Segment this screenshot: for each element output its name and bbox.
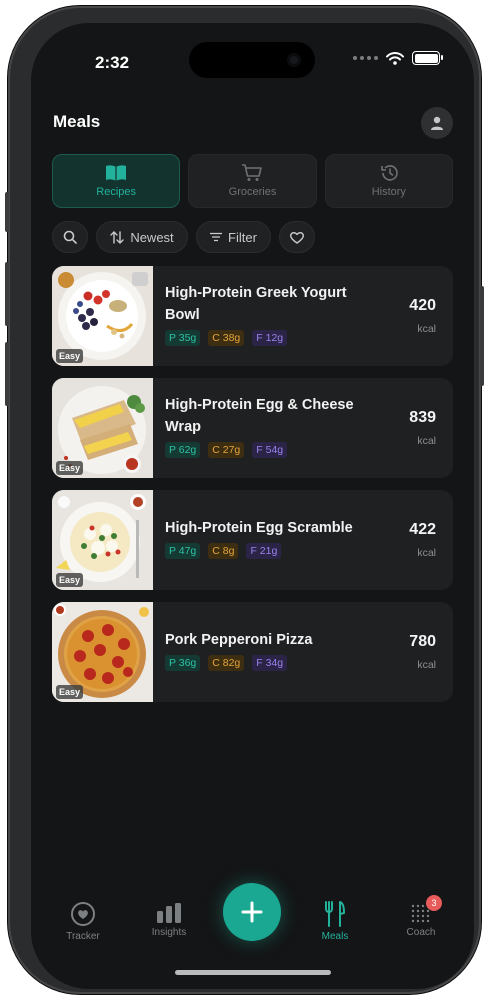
meal-image: Easy: [52, 378, 153, 478]
difficulty-badge: Easy: [56, 461, 84, 475]
filter-toolbar: Newest Filter: [52, 221, 315, 253]
nav-coach[interactable]: Coach 3: [391, 895, 451, 938]
difficulty-badge: Easy: [56, 349, 84, 363]
carbs-tag: C 82g: [208, 655, 245, 671]
fat-tag: F 54g: [252, 442, 288, 458]
carbs-tag: C 8g: [208, 543, 239, 559]
macro-tags: P 47g C 8g F 21g: [165, 543, 282, 559]
tab-groceries[interactable]: Groceries: [188, 154, 317, 208]
carbs-tag: C 27g: [208, 442, 245, 458]
meal-card-greek-yogurt-bowl[interactable]: Easy High-Protein Greek Yogurt Bowl P 35…: [52, 266, 453, 366]
fat-tag: F 34g: [252, 655, 288, 671]
meal-name: High-Protein Egg & Cheese Wrap: [165, 397, 354, 435]
tab-label: Recipes: [96, 186, 137, 198]
fork-knife-icon: [325, 901, 345, 927]
meal-name: High-Protein Egg Scramble: [165, 520, 353, 536]
sort-icon: [110, 230, 125, 244]
calorie-value: 780: [409, 633, 436, 650]
meal-image: Easy: [52, 490, 153, 590]
heart-circle-icon: [71, 902, 95, 926]
book-icon: [106, 165, 127, 181]
cart-icon: [242, 164, 263, 181]
nav-label: Tracker: [66, 931, 100, 942]
user-icon: [431, 116, 443, 130]
calorie-value: 839: [409, 409, 436, 426]
meal-image: Easy: [52, 266, 153, 366]
filter-button[interactable]: Filter: [196, 221, 271, 253]
bar-chart-icon: [157, 903, 181, 923]
nav-insights[interactable]: Insights: [139, 903, 199, 938]
volume-up-button: [5, 262, 9, 326]
protein-tag: P 36g: [165, 655, 201, 671]
macro-tags: P 36g C 82g F 34g: [165, 655, 288, 671]
meals-tabs: Recipes Groceries History: [52, 154, 453, 208]
plus-icon: [241, 901, 263, 923]
meal-card-egg-scramble[interactable]: Easy High-Protein Egg Scramble P 47g C 8…: [52, 490, 453, 590]
battery-icon: [412, 51, 443, 65]
app-screen: 2:32 Meals Recipes Groceries History New…: [31, 23, 474, 989]
filter-icon: [210, 232, 223, 242]
tab-label: History: [371, 186, 406, 198]
macro-tags: P 35g C 38g F 12g: [165, 330, 288, 346]
history-icon: [381, 165, 398, 181]
nav-label: Meals: [321, 931, 349, 942]
add-button[interactable]: [223, 883, 281, 941]
calorie-unit: kcal: [417, 435, 436, 447]
meal-name: Pork Pepperoni Pizza: [165, 632, 313, 648]
calorie-unit: kcal: [417, 659, 436, 671]
signal-icon: [353, 56, 378, 60]
protein-tag: P 62g: [165, 442, 201, 458]
meal-name: High-Protein Greek Yogurt Bowl: [165, 285, 347, 323]
volume-down-button: [5, 342, 9, 406]
nav-label: Insights: [151, 927, 187, 938]
home-indicator[interactable]: [175, 970, 331, 975]
status-time: 2:32: [95, 53, 130, 72]
nav-tracker[interactable]: Tracker: [53, 901, 113, 942]
difficulty-badge: Easy: [56, 685, 84, 699]
nav-meals[interactable]: Meals: [305, 901, 365, 942]
favorites-button[interactable]: [279, 221, 315, 253]
phone-frame: 2:32 Meals Recipes Groceries History New…: [5, 6, 484, 994]
calorie-value: 420: [409, 297, 436, 314]
meal-image: Easy: [52, 602, 153, 702]
meal-list: Easy High-Protein Greek Yogurt Bowl P 35…: [52, 266, 453, 714]
meal-card-pepperoni-pizza[interactable]: Easy Pork Pepperoni Pizza P 36g C 82g F …: [52, 602, 453, 702]
heart-icon: [290, 231, 304, 244]
power-button: [480, 286, 484, 386]
macro-tags: P 62g C 27g F 54g: [165, 442, 288, 458]
fat-tag: F 12g: [252, 330, 288, 346]
protein-tag: P 47g: [165, 543, 201, 559]
difficulty-badge: Easy: [56, 573, 84, 587]
meal-card-egg-cheese-wrap[interactable]: Easy High-Protein Egg & Cheese Wrap P 62…: [52, 378, 453, 478]
tab-history[interactable]: History: [324, 154, 453, 208]
search-button[interactable]: [52, 221, 88, 253]
nav-label: Coach: [406, 927, 436, 938]
notification-badge: 3: [426, 895, 442, 911]
wifi-icon: [386, 51, 404, 65]
sort-label: Newest: [130, 229, 174, 245]
filter-label: Filter: [228, 229, 257, 245]
protein-tag: P 35g: [165, 330, 201, 346]
sort-button[interactable]: Newest: [96, 221, 188, 253]
tab-label: Groceries: [228, 186, 277, 198]
dynamic-island: [189, 42, 315, 78]
calorie-value: 422: [409, 521, 436, 538]
search-icon: [63, 230, 77, 244]
tab-recipes[interactable]: Recipes: [52, 154, 181, 208]
status-icons: [353, 51, 443, 65]
action-button: [5, 192, 9, 232]
calorie-unit: kcal: [417, 323, 436, 335]
profile-button[interactable]: [421, 107, 453, 139]
carbs-tag: C 38g: [208, 330, 245, 346]
calorie-unit: kcal: [417, 547, 436, 559]
fat-tag: F 21g: [246, 543, 282, 559]
page-title: Meals: [53, 112, 101, 131]
